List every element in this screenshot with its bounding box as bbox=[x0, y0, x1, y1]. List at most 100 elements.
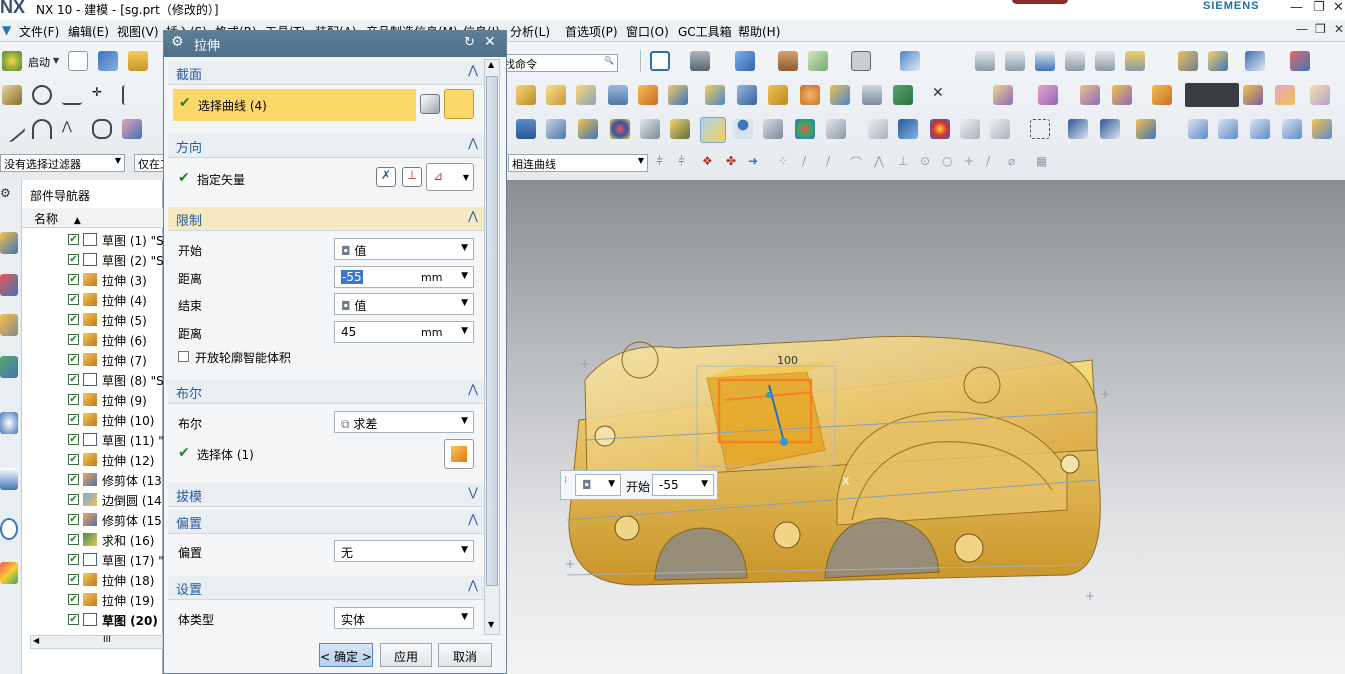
background-icon[interactable] bbox=[763, 119, 783, 139]
clip-icon[interactable] bbox=[1100, 119, 1120, 139]
person-icon[interactable] bbox=[733, 119, 753, 139]
restore-button[interactable]: ❐ bbox=[1313, 0, 1325, 15]
dialog-scrollbar[interactable]: ▲ ▼ bbox=[484, 59, 500, 635]
play-icon[interactable] bbox=[1245, 51, 1265, 71]
menu-window[interactable]: 窗口(O) bbox=[626, 23, 669, 40]
visibility-checkbox[interactable]: ✔ bbox=[68, 434, 79, 445]
cube-shade-icon[interactable] bbox=[898, 119, 918, 139]
true-shading-icon[interactable] bbox=[700, 117, 726, 143]
visibility-checkbox[interactable]: ✔ bbox=[68, 274, 79, 285]
snap-tangent-icon[interactable]: / bbox=[986, 154, 1006, 174]
hole-icon[interactable] bbox=[576, 85, 596, 105]
handle-type-select[interactable]: ◘ ▼ bbox=[575, 474, 621, 496]
reverse-direction-icon[interactable]: ✗ bbox=[376, 167, 396, 187]
tree-item[interactable]: ✔ 拉伸 (7) bbox=[68, 350, 163, 370]
minimize-button[interactable]: — bbox=[1290, 0, 1303, 15]
palette-icon[interactable] bbox=[930, 119, 950, 139]
follow-fillet-icon[interactable]: ⫩ bbox=[678, 154, 698, 174]
view-cube-icon[interactable] bbox=[735, 51, 755, 71]
snap-control-icon[interactable] bbox=[1065, 51, 1085, 71]
menu-edit[interactable]: 编辑(E) bbox=[68, 23, 109, 40]
inferred-vector-icon[interactable]: ⊥ bbox=[402, 167, 422, 187]
body-type-select[interactable]: 实体 ▼ bbox=[334, 607, 474, 629]
snap-perp-icon[interactable]: ⊥ bbox=[898, 154, 918, 174]
constraint-navigator-icon[interactable] bbox=[0, 274, 18, 296]
thread-icon[interactable] bbox=[862, 85, 882, 105]
menu-gc-toolbox[interactable]: GC工具箱 bbox=[678, 23, 732, 40]
studio-spline-icon[interactable]: ⋀ bbox=[62, 119, 82, 139]
snap-cross-icon[interactable]: + bbox=[964, 154, 984, 174]
end-type-select[interactable]: ◘ 值 ▼ bbox=[334, 293, 474, 315]
menu-analysis[interactable]: 分析(L) bbox=[510, 23, 550, 40]
color-palette-icon[interactable] bbox=[851, 51, 871, 71]
system-materials-icon[interactable] bbox=[0, 562, 18, 584]
fillet-curve-icon[interactable] bbox=[92, 119, 112, 139]
offset-group-header[interactable]: 偏置 ⋀ bbox=[168, 510, 484, 534]
snap-point-icon[interactable] bbox=[975, 51, 995, 71]
visibility-checkbox[interactable]: ✔ bbox=[68, 614, 79, 625]
feature-icon-7[interactable] bbox=[1275, 85, 1295, 105]
tree-item[interactable]: ✔ 草图 (11) " bbox=[68, 430, 164, 450]
arrow-right-icon[interactable]: ➜ bbox=[748, 154, 768, 174]
datum-icon[interactable] bbox=[893, 85, 913, 105]
select-body-button[interactable] bbox=[444, 439, 474, 469]
snap-spline-icon[interactable]: ⋀ bbox=[874, 154, 894, 174]
ok-button[interactable]: < 确定 > bbox=[319, 643, 373, 667]
direction-group-header[interactable]: 方向 ⋀ bbox=[168, 134, 484, 158]
type-filter-select[interactable]: 没有选择过滤器 ▼ bbox=[0, 154, 125, 172]
start-button[interactable]: 启动 bbox=[28, 54, 50, 70]
circle-icon[interactable] bbox=[32, 85, 52, 105]
menu-help[interactable]: 帮助(H) bbox=[738, 23, 780, 40]
tree-item[interactable]: ✔ 拉伸 (19) bbox=[68, 590, 163, 610]
tree-item[interactable]: ✔ 草图 (1) "S bbox=[68, 230, 164, 250]
cylinder-icon[interactable] bbox=[608, 85, 628, 105]
layer-icon[interactable] bbox=[778, 51, 798, 71]
tree-item[interactable]: ✔ 修剪体 (13) bbox=[68, 470, 166, 490]
cross-icon[interactable]: ✛ bbox=[92, 85, 112, 105]
scroll-thumb[interactable] bbox=[486, 76, 498, 586]
visibility-checkbox[interactable]: ✔ bbox=[68, 314, 79, 325]
name-column-header[interactable]: 名称 ▲ bbox=[22, 208, 163, 228]
tree-item[interactable]: ✔ 草图 (20) " bbox=[68, 610, 168, 630]
visibility-checkbox[interactable]: ✔ bbox=[68, 594, 79, 605]
snap-grid-icon[interactable]: ⁘ bbox=[778, 154, 798, 174]
stop-at-intersection-icon[interactable]: ⫩ bbox=[656, 154, 676, 174]
light-icon[interactable] bbox=[640, 119, 660, 139]
boolean-type-select[interactable]: ⧉ 求差 ▼ bbox=[334, 411, 474, 433]
drag-grip-icon[interactable]: ⁞ bbox=[564, 475, 567, 486]
history-icon[interactable] bbox=[0, 518, 18, 540]
visibility-checkbox[interactable]: ✔ bbox=[68, 514, 79, 525]
surface-icon-5[interactable] bbox=[1282, 119, 1302, 139]
hidden-cube-icon[interactable] bbox=[990, 119, 1010, 139]
new-file-icon[interactable] bbox=[68, 51, 88, 71]
start-dropdown-icon[interactable]: ▼ bbox=[53, 56, 59, 65]
menu-preferences[interactable]: 首选项(P) bbox=[565, 23, 618, 40]
snap-quadrant-icon[interactable]: ○ bbox=[942, 154, 962, 174]
snap-pole-icon[interactable]: ⌀ bbox=[1008, 154, 1028, 174]
move-icon[interactable] bbox=[900, 51, 920, 71]
visibility-checkbox[interactable]: ✔ bbox=[68, 554, 79, 565]
feature-icon-3[interactable] bbox=[1080, 85, 1100, 105]
material-icon[interactable] bbox=[610, 119, 630, 139]
visibility-checkbox[interactable]: ✔ bbox=[68, 354, 79, 365]
text-curve-icon[interactable] bbox=[122, 119, 142, 139]
visibility-checkbox[interactable]: ✔ bbox=[68, 394, 79, 405]
subtract-icon[interactable] bbox=[668, 85, 688, 105]
start-distance-input[interactable]: -55 mm ▼ bbox=[334, 266, 474, 288]
visibility-checkbox[interactable]: ✔ bbox=[68, 254, 79, 265]
limits-group-header[interactable]: 限制 ⋀ bbox=[168, 207, 484, 231]
section-group-header[interactable]: 截面 ⋀ bbox=[168, 61, 484, 85]
horizontal-scrollbar[interactable]: ◀ III bbox=[30, 635, 163, 649]
cancel-button[interactable]: 取消 bbox=[438, 643, 492, 667]
render-icon[interactable] bbox=[516, 119, 536, 139]
wizard-icon[interactable] bbox=[1208, 51, 1228, 71]
scene-icon[interactable] bbox=[795, 119, 815, 139]
visibility-checkbox[interactable]: ✔ bbox=[68, 374, 79, 385]
brush-icon[interactable] bbox=[578, 119, 598, 139]
settings-gear-icon[interactable]: ⚙ bbox=[0, 186, 16, 200]
visibility-checkbox[interactable]: ✔ bbox=[68, 294, 79, 305]
snap-center-icon[interactable]: ⊙ bbox=[920, 154, 940, 174]
handle-value-input[interactable]: -55 ▼ bbox=[652, 474, 714, 496]
dialog-close-icon[interactable]: ✕ bbox=[484, 34, 496, 50]
edit-section-icon[interactable] bbox=[98, 51, 118, 71]
